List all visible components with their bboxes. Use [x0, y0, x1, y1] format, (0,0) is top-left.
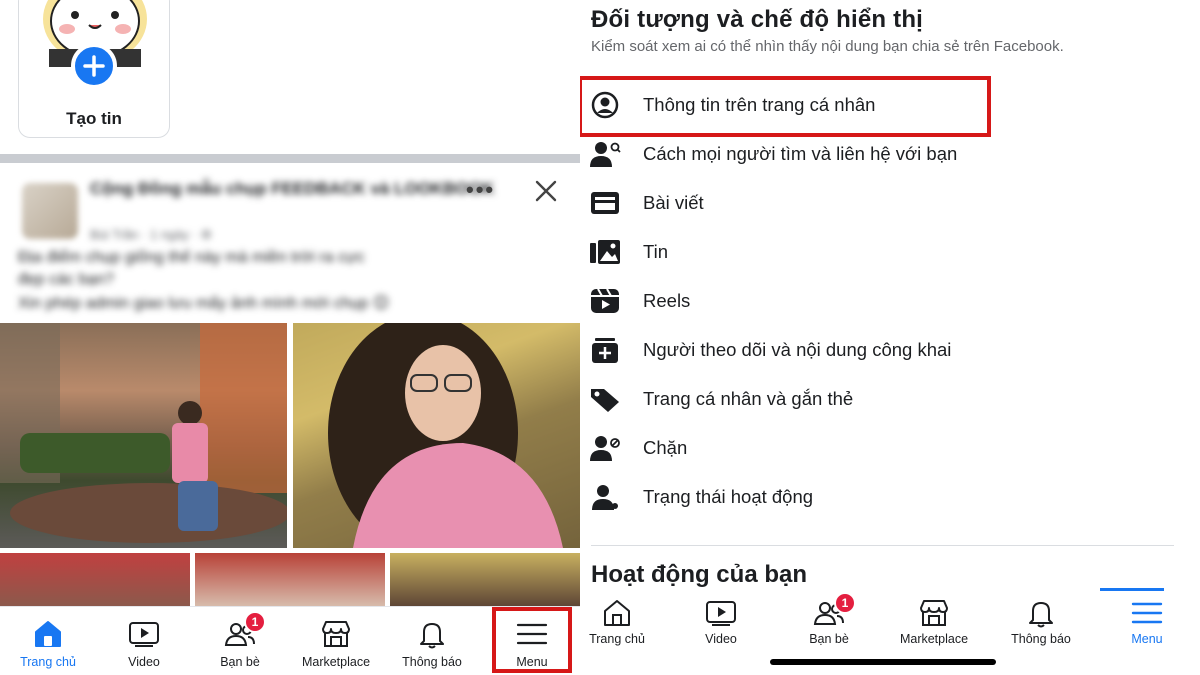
nav-home[interactable]: Trang chủ [0, 607, 96, 675]
settings-item-label: Cách mọi người tìm và liên hệ với bạn [643, 143, 958, 164]
post-photo-4[interactable] [195, 553, 385, 608]
bottom-nav-bar: Trang chủ Video 1 Bạn bè Marketplace Thô… [580, 588, 1200, 675]
followers-plus-icon [588, 335, 622, 365]
reels-icon [588, 286, 622, 316]
nav-friends[interactable]: 1 Bạn bè [792, 588, 866, 657]
nav-friends[interactable]: 1 Bạn bè [192, 607, 288, 675]
bell-icon [1024, 598, 1058, 628]
create-story-label: Tạo tin [66, 109, 122, 128]
menu-icon [1130, 598, 1164, 628]
right-screenshot: Đối tượng và chế độ hiển thị Kiểm soát x… [580, 0, 1200, 675]
post-group-name[interactable]: Cộng Đồng mẫu chụp FEEDBACK và LOOKBOOK [90, 179, 494, 199]
post-card-icon [588, 188, 622, 218]
marketplace-icon [319, 619, 353, 649]
settings-item-profile-tagging[interactable]: Trang cá nhân và gắn thẻ [580, 379, 1200, 419]
home-icon [600, 598, 634, 628]
section-title-audience: Đối tượng và chế độ hiển thị [591, 6, 924, 33]
post-body-line-1: Địa điểm chụp giống thế này mà miền trời… [18, 249, 365, 266]
story-image-icon [588, 237, 622, 267]
post-meta: Bùi Trần · 1 ngày · ⚙ [90, 227, 213, 242]
marketplace-icon [917, 598, 951, 628]
profile-info-highlight-box [580, 76, 991, 137]
settings-item-label: Tin [643, 241, 669, 262]
post-photo-grid[interactable] [0, 323, 580, 608]
video-icon [127, 619, 161, 649]
home-indicator [770, 659, 996, 665]
settings-item-label: Trang cá nhân và gắn thẻ [643, 388, 854, 409]
nav-marketplace-label: Marketplace [899, 632, 969, 646]
feed-separator [0, 154, 580, 163]
friends-badge: 1 [834, 592, 856, 614]
settings-item-find-contact[interactable]: Cách mọi người tìm và liên hệ với bạn [580, 134, 1200, 174]
nav-marketplace[interactable]: Marketplace [886, 588, 982, 657]
settings-item-block[interactable]: Chặn [580, 428, 1200, 468]
post-body-line-3: Xin phép admin giao lưu mấy ảnh mình mới… [18, 295, 390, 312]
nav-menu[interactable]: Menu [1110, 588, 1184, 657]
settings-item-reels[interactable]: Reels [580, 281, 1200, 321]
nav-video[interactable]: Video [684, 588, 758, 657]
feed-post: Cộng Đồng mẫu chụp FEEDBACK và LOOKBOOK … [0, 163, 580, 323]
post-body-line-2: đẹp các bạn? [18, 271, 115, 288]
nav-friends-label: Bạn bè [809, 632, 849, 646]
video-icon [704, 598, 738, 628]
nav-friends-label: Bạn bè [220, 655, 260, 669]
menu-highlight-box [492, 607, 572, 673]
settings-item-followers[interactable]: Người theo dõi và nội dung công khai [580, 330, 1200, 370]
post-photo-3[interactable] [0, 553, 190, 608]
left-screenshot: Tạo tin Cộng Đồng mẫu chụp FEEDBACK và L… [0, 0, 580, 675]
nav-notifications-label: Thông báo [1011, 632, 1071, 646]
section-divider [591, 545, 1174, 546]
bell-icon [415, 619, 449, 649]
nav-marketplace-label: Marketplace [301, 655, 371, 669]
person-search-icon [588, 139, 622, 169]
settings-item-label: Người theo dõi và nội dung công khai [643, 339, 952, 360]
nav-marketplace[interactable]: Marketplace [288, 607, 384, 675]
block-person-icon [588, 433, 622, 463]
home-icon [31, 619, 65, 649]
settings-item-posts[interactable]: Bài viết [580, 183, 1200, 223]
nav-video-label: Video [128, 655, 160, 669]
add-story-plus-icon[interactable] [71, 43, 117, 89]
section-title-your-activity: Hoạt động của bạn [591, 561, 807, 588]
settings-item-active-status[interactable]: Trạng thái hoạt động [580, 477, 1200, 517]
settings-item-label: Bài viết [643, 192, 704, 213]
nav-menu-label: Menu [1131, 632, 1163, 646]
settings-item-label: Chặn [643, 437, 688, 458]
nav-notifications[interactable]: Thông báo [384, 607, 480, 675]
nav-video-label: Video [705, 632, 737, 646]
nav-home-label: Trang chủ [589, 632, 645, 646]
section-subtitle: Kiểm soát xem ai có thể nhìn thấy nội du… [591, 38, 1064, 55]
settings-item-label: Trạng thái hoạt động [643, 486, 814, 507]
nav-notifications[interactable]: Thông báo [1000, 588, 1082, 657]
create-story-card[interactable]: Tạo tin [18, 0, 170, 138]
post-more-options-icon[interactable]: ••• [466, 177, 495, 203]
tag-icon [588, 384, 622, 414]
post-photo-5[interactable] [390, 553, 580, 608]
settings-item-label: Reels [643, 290, 691, 311]
active-status-icon [588, 482, 622, 512]
post-photo-1[interactable] [0, 323, 287, 548]
nav-home[interactable]: Trang chủ [580, 588, 654, 657]
close-icon[interactable] [532, 177, 560, 205]
group-avatar[interactable] [22, 183, 78, 239]
nav-video[interactable]: Video [96, 607, 192, 675]
nav-notifications-label: Thông báo [402, 655, 462, 669]
settings-item-stories[interactable]: Tin [580, 232, 1200, 272]
friends-badge: 1 [244, 611, 266, 633]
nav-home-label: Trang chủ [20, 655, 76, 669]
post-photo-2[interactable] [293, 323, 580, 548]
